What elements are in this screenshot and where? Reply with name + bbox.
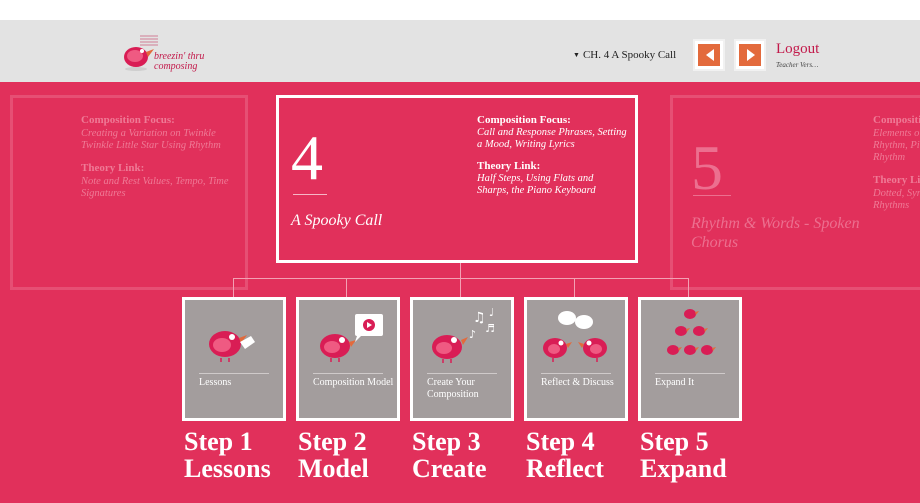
theory-heading: Theory Link: [477, 160, 541, 172]
step-4-name: Reflect [526, 454, 604, 483]
step-2-caption: Step 2 Model [298, 428, 369, 482]
step-5-name: Expand [640, 454, 727, 483]
step-1-number: Step 1 [184, 427, 253, 456]
svg-text:♩: ♩ [489, 306, 494, 319]
prev-focus-text: Creating a Variation on Twinkle Twinkle … [81, 128, 221, 151]
next-chapter-number: 5 [691, 132, 723, 203]
logout-link[interactable]: Logout [776, 41, 819, 58]
teacher-version-label: Teacher Vers… [776, 61, 819, 69]
chapter-title: A Spooky Call [291, 212, 383, 229]
step-3-label: Create Your Composition [427, 377, 479, 400]
step-4-caption: Step 4 Reflect [526, 428, 604, 482]
step-1-label: Lessons [199, 377, 232, 388]
current-chapter-info: Composition Focus: Call and Response Phr… [477, 114, 627, 206]
next-focus-text: Elements o Rhythm, Pi Rhythm [873, 128, 920, 163]
birds-discussing-icon [543, 311, 607, 362]
step-2-label: Composition Model [313, 377, 394, 388]
prev-focus-heading: Composition Focus: [81, 114, 175, 126]
chapter-dropdown-label: CH. 4 A Spooky Call [582, 49, 677, 61]
next-focus-heading: Compositi [873, 114, 920, 126]
chapter-number: 4 [291, 122, 323, 193]
logo-line-2: composing [154, 61, 198, 72]
prev-theory-heading: Theory Link: [81, 162, 145, 174]
current-chapter-card: 4 A Spooky Call Composition Focus: Call … [276, 95, 638, 263]
previous-chapter-card[interactable]: Composition Focus: Creating a Variation … [10, 95, 248, 290]
bird-logo-icon [124, 35, 158, 71]
svg-text:♬: ♬ [485, 322, 495, 335]
connector-step-4 [574, 278, 575, 297]
bird-reading-icon [209, 331, 255, 362]
bird-video-icon [320, 314, 383, 362]
connector-step-2 [346, 278, 347, 297]
step-3-number: Step 3 [412, 427, 481, 456]
svg-text:♪: ♪ [469, 328, 476, 341]
step-model-button[interactable]: Composition Model [296, 297, 400, 421]
svg-text:♫: ♫ [473, 310, 486, 326]
step-5-number: Step 5 [640, 427, 709, 456]
next-theory-text: Dotted, Syr Rhythms [873, 188, 920, 211]
step-5-caption: Step 5 Expand [640, 428, 727, 482]
bird-singing-icon: ♫ ♩ ♪ ♬ [432, 306, 495, 363]
main-content: Composition Focus: Creating a Variation … [0, 82, 920, 503]
step-create-button[interactable]: ♫ ♩ ♪ ♬ Create Your Composition [410, 297, 514, 421]
step-1-name: Lessons [184, 454, 271, 483]
step-2-number: Step 2 [298, 427, 367, 456]
arrow-right-icon [747, 49, 755, 61]
next-chapter-title: Rhythm & Words - Spoken Chorus [691, 215, 860, 251]
connector-step-3 [460, 278, 461, 297]
step-3-name: Create [412, 454, 487, 483]
step-lessons-button[interactable]: Lessons [182, 297, 286, 421]
header-bar: breezin' thru composing ▼ CH. 4 A Spooky … [0, 20, 920, 82]
next-theory-heading: Theory Li [873, 174, 920, 186]
next-chapter-card[interactable]: 5 Rhythm & Words - Spoken Chorus Composi… [670, 95, 920, 290]
focus-heading: Composition Focus: [477, 114, 571, 126]
step-3-caption: Step 3 Create [412, 428, 487, 482]
step-reflect-button[interactable]: Reflect & Discuss [524, 297, 628, 421]
step-4-number: Step 4 [526, 427, 595, 456]
focus-text: Call and Response Phrases, Setting a Moo… [477, 127, 627, 150]
step-2-name: Model [298, 454, 369, 483]
next-chapter-number-rule [693, 195, 731, 196]
caret-down-icon: ▼ [573, 51, 580, 59]
step-5-label: Expand It [655, 377, 695, 388]
next-chapter-button[interactable] [734, 39, 766, 71]
prev-theory-text: Note and Rest Values, Tempo, Time Signat… [81, 176, 229, 199]
arrow-left-icon [706, 49, 714, 61]
step-expand-button[interactable]: Expand It [638, 297, 742, 421]
logo[interactable]: breezin' thru composing [118, 32, 228, 78]
connector-horizontal [233, 278, 689, 279]
logo-text: breezin' thru composing [154, 52, 204, 72]
next-chapter-info: Compositi Elements o Rhythm, Pi Rhythm T… [873, 114, 920, 222]
connector-step-1 [233, 278, 234, 297]
app-frame: breezin' thru composing ▼ CH. 4 A Spooky … [0, 0, 920, 503]
chapter-number-rule [293, 194, 327, 195]
bird-pyramid-icon [667, 309, 716, 355]
connector-step-5 [688, 278, 689, 297]
previous-chapter-info: Composition Focus: Creating a Variation … [81, 114, 246, 210]
step-4-label: Reflect & Discuss [541, 377, 614, 388]
chapter-dropdown[interactable]: ▼ CH. 4 A Spooky Call [573, 49, 676, 61]
step-1-caption: Step 1 Lessons [184, 428, 271, 482]
previous-chapter-button[interactable] [693, 39, 725, 71]
theory-text: Half Steps, Using Flats and Sharps, the … [477, 173, 596, 196]
connector-stem [460, 263, 461, 279]
